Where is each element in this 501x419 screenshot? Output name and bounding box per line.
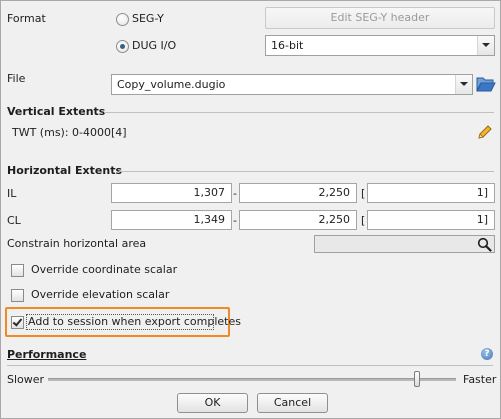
il-dash: - (233, 187, 237, 200)
dug-io-radio[interactable] (116, 40, 129, 53)
slower-label: Slower (7, 373, 45, 386)
override-elevation-scalar-label[interactable]: Override elevation scalar (31, 288, 169, 301)
il-label: IL (7, 187, 17, 200)
constrain-area-label: Constrain horizontal area (7, 237, 147, 250)
vertical-extents-title: Vertical Extents (7, 105, 106, 118)
format-label: Format (7, 12, 46, 25)
chevron-down-icon[interactable] (455, 75, 472, 94)
override-coordinate-scalar-checkbox[interactable] (11, 264, 24, 277)
pencil-icon[interactable] (477, 124, 493, 140)
override-elevation-scalar-checkbox[interactable] (11, 289, 24, 302)
file-value: Copy_volume.dugio (117, 78, 226, 91)
il-bracket: [ (361, 187, 366, 200)
section-divider (7, 365, 493, 366)
faster-label: Faster (463, 373, 497, 386)
bit-depth-value: 16-bit (271, 39, 304, 52)
export-dialog: Format SEG-Y Edit SEG-Y header DUG I/O 1… (0, 0, 501, 419)
section-divider (119, 171, 494, 172)
cl-to-input[interactable]: 2,250 (239, 210, 357, 230)
cl-step-input[interactable]: 1] (367, 210, 495, 230)
constrain-area-picker[interactable] (314, 235, 495, 253)
cl-bracket: [ (361, 214, 366, 227)
folder-open-icon[interactable] (476, 75, 496, 93)
add-to-session-checkbox[interactable] (11, 316, 24, 329)
performance-title[interactable]: Performance (7, 348, 86, 361)
cl-from-input[interactable]: 1,349 (111, 210, 232, 230)
segy-radio-label[interactable]: SEG-Y (132, 12, 164, 25)
cl-label: CL (7, 214, 21, 227)
ok-button[interactable]: OK (177, 393, 248, 413)
file-select[interactable]: Copy_volume.dugio (111, 74, 473, 95)
il-step-input[interactable]: 1] (367, 183, 495, 203)
cl-dash: - (233, 214, 237, 227)
edit-segy-header-button[interactable]: Edit SEG-Y header (265, 7, 495, 29)
override-coordinate-scalar-label[interactable]: Override coordinate scalar (31, 263, 177, 276)
twt-range-text: TWT (ms): 0-4000[4] (12, 126, 127, 139)
segy-radio[interactable] (116, 13, 129, 26)
il-to-input[interactable]: 2,250 (239, 183, 357, 203)
file-label: File (7, 72, 26, 85)
dug-io-radio-label[interactable]: DUG I/O (132, 39, 176, 52)
il-from-input[interactable]: 1,307 (111, 183, 232, 203)
cancel-button[interactable]: Cancel (257, 393, 328, 413)
horizontal-extents-title: Horizontal Extents (7, 164, 122, 177)
add-to-session-label[interactable]: Add to session when export completes (28, 315, 241, 328)
search-icon[interactable] (477, 237, 492, 252)
chevron-down-icon[interactable] (477, 36, 494, 55)
section-divider (104, 112, 494, 113)
help-icon[interactable]: ? (481, 348, 493, 360)
performance-slider-track[interactable] (48, 378, 456, 381)
bit-depth-select[interactable]: 16-bit (265, 35, 495, 56)
performance-slider-thumb[interactable] (414, 371, 420, 387)
